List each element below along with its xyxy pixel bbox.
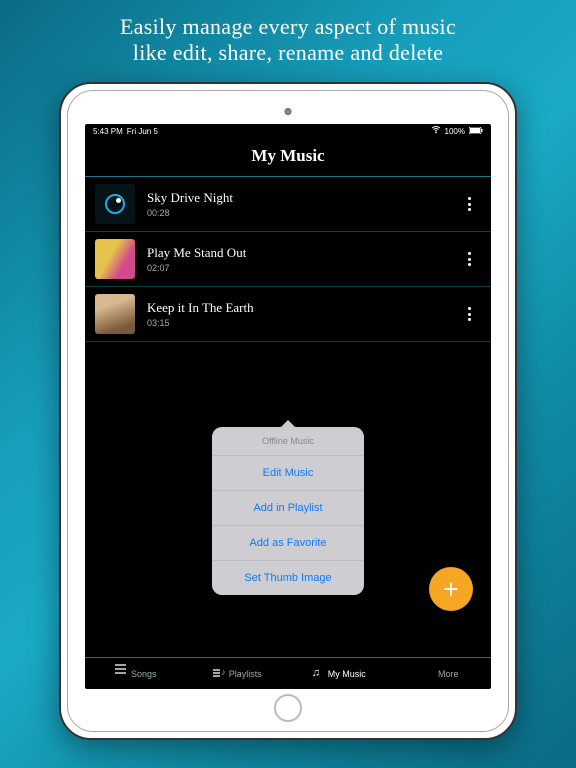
playlist-icon: [213, 668, 224, 679]
tab-label: More: [438, 669, 459, 679]
tab-label: My Music: [328, 669, 366, 679]
music-note-icon: [312, 668, 323, 679]
marketing-line2: like edit, share, rename and delete: [133, 40, 443, 65]
menu-add-favorite[interactable]: Add as Favorite: [212, 526, 364, 561]
song-title: Keep it In The Earth: [147, 300, 457, 316]
song-options-button[interactable]: [457, 197, 481, 211]
marketing-line1: Easily manage every aspect of music: [120, 14, 456, 39]
song-thumbnail: [95, 184, 135, 224]
grid-icon: [422, 668, 433, 679]
tab-more[interactable]: More: [390, 658, 492, 689]
tab-songs[interactable]: Songs: [85, 658, 187, 689]
status-time: 5:43 PM: [93, 127, 123, 136]
status-date: Fri Jun 5: [127, 127, 158, 136]
song-row[interactable]: Play Me Stand Out 02:07: [85, 232, 491, 287]
song-duration: 03:15: [147, 318, 457, 328]
page-title: My Music: [85, 138, 491, 177]
song-row[interactable]: Keep it In The Earth 03:15: [85, 287, 491, 342]
song-info: Keep it In The Earth 03:15: [135, 300, 457, 328]
tab-label: Playlists: [229, 669, 262, 679]
menu-set-thumb[interactable]: Set Thumb Image: [212, 561, 364, 595]
song-duration: 00:28: [147, 208, 457, 218]
tab-my-music[interactable]: My Music: [288, 658, 390, 689]
tab-label: Songs: [131, 669, 157, 679]
home-button[interactable]: [274, 694, 302, 722]
song-duration: 02:07: [147, 263, 457, 273]
menu-add-playlist[interactable]: Add in Playlist: [212, 491, 364, 526]
song-options-button[interactable]: [457, 307, 481, 321]
front-camera: [285, 108, 292, 115]
ipad-frame: 5:43 PM Fri Jun 5 100% My Music: [59, 82, 517, 740]
song-row[interactable]: Sky Drive Night 00:28: [85, 177, 491, 232]
song-info: Sky Drive Night 00:28: [135, 190, 457, 218]
list-icon: [115, 668, 126, 679]
song-list: Sky Drive Night 00:28 Play Me Stand Out …: [85, 177, 491, 657]
battery-icon: [469, 127, 483, 136]
song-title: Sky Drive Night: [147, 190, 457, 206]
status-battery: 100%: [445, 127, 465, 136]
song-options-button[interactable]: [457, 252, 481, 266]
marketing-headline: Easily manage every aspect of music like…: [0, 0, 576, 77]
tab-playlists[interactable]: Playlists: [187, 658, 289, 689]
song-thumbnail: [95, 294, 135, 334]
plus-icon: +: [443, 576, 458, 602]
song-thumbnail: [95, 239, 135, 279]
menu-edit-music[interactable]: Edit Music: [212, 456, 364, 491]
status-bar: 5:43 PM Fri Jun 5 100%: [85, 124, 491, 138]
add-button[interactable]: +: [429, 567, 473, 611]
context-menu-heading: Offline Music: [212, 427, 364, 456]
device-screen: 5:43 PM Fri Jun 5 100% My Music: [85, 124, 491, 689]
song-title: Play Me Stand Out: [147, 245, 457, 261]
tab-bar: Songs Playlists My Music More: [85, 657, 491, 689]
ipad-bezel: 5:43 PM Fri Jun 5 100% My Music: [67, 90, 509, 732]
song-info: Play Me Stand Out 02:07: [135, 245, 457, 273]
page-title-text: My Music: [251, 146, 324, 165]
context-menu: Offline Music Edit Music Add in Playlist…: [212, 427, 364, 595]
wifi-icon: [431, 126, 441, 136]
